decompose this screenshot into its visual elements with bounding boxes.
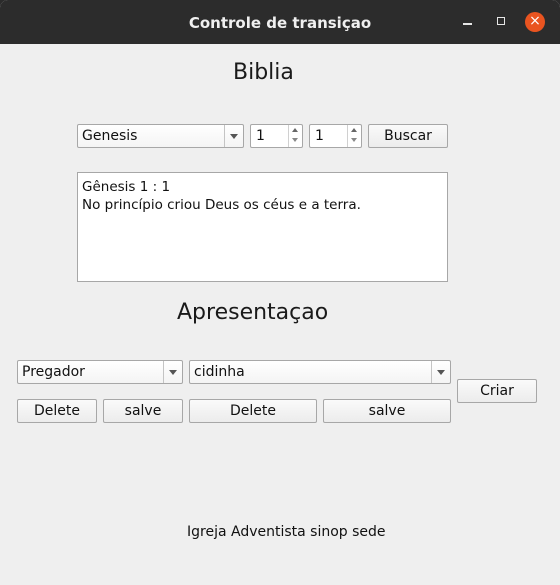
verse-stepper[interactable] [347, 125, 361, 147]
book-select-value: Genesis [82, 128, 138, 144]
chapter-value: 1 [256, 128, 265, 144]
verse-value: 1 [315, 128, 324, 144]
chevron-down-icon[interactable] [431, 361, 450, 383]
name-select[interactable]: cidinha [189, 360, 451, 384]
chapter-stepper[interactable] [288, 125, 302, 147]
verse-display[interactable]: Gênesis 1 : 1 No princípio criou Deus os… [77, 172, 448, 282]
book-select[interactable]: Genesis [77, 124, 244, 148]
role-select[interactable]: Pregador [17, 360, 183, 384]
verse-spinbox[interactable]: 1 [309, 124, 362, 148]
main-content: Biblia Genesis 1 1 Buscar Gênesis 1 : 1 … [8, 44, 552, 585]
biblia-heading: Biblia [233, 60, 294, 85]
minimize-icon[interactable] [458, 12, 478, 32]
chevron-down-icon[interactable] [224, 125, 243, 147]
title-bar: Controle de transiçao × [0, 0, 560, 44]
verse-text: No princípio criou Deus os céus e a terr… [82, 197, 361, 213]
chevron-up-icon[interactable] [292, 128, 298, 132]
delete-right-button[interactable]: Delete [189, 399, 317, 423]
chevron-down-icon[interactable] [292, 138, 298, 142]
search-button[interactable]: Buscar [368, 124, 448, 148]
role-select-value: Pregador [22, 364, 85, 380]
chevron-down-icon[interactable] [163, 361, 182, 383]
maximize-icon[interactable] [492, 12, 512, 32]
apresentacao-heading: Apresentaçao [177, 300, 329, 325]
create-button[interactable]: Criar [457, 379, 537, 403]
chapter-spinbox[interactable]: 1 [250, 124, 303, 148]
footer-text: Igreja Adventista sinop sede [187, 524, 386, 540]
chevron-up-icon[interactable] [351, 128, 357, 132]
app-window: Controle de transiçao × Biblia Genesis 1… [0, 0, 560, 585]
close-icon[interactable]: × [525, 12, 545, 32]
verse-reference: Gênesis 1 : 1 [82, 179, 171, 195]
save-left-button[interactable]: salve [103, 399, 183, 423]
delete-left-button[interactable]: Delete [17, 399, 97, 423]
save-right-button[interactable]: salve [323, 399, 451, 423]
name-select-value: cidinha [194, 364, 245, 380]
chevron-down-icon[interactable] [351, 138, 357, 142]
